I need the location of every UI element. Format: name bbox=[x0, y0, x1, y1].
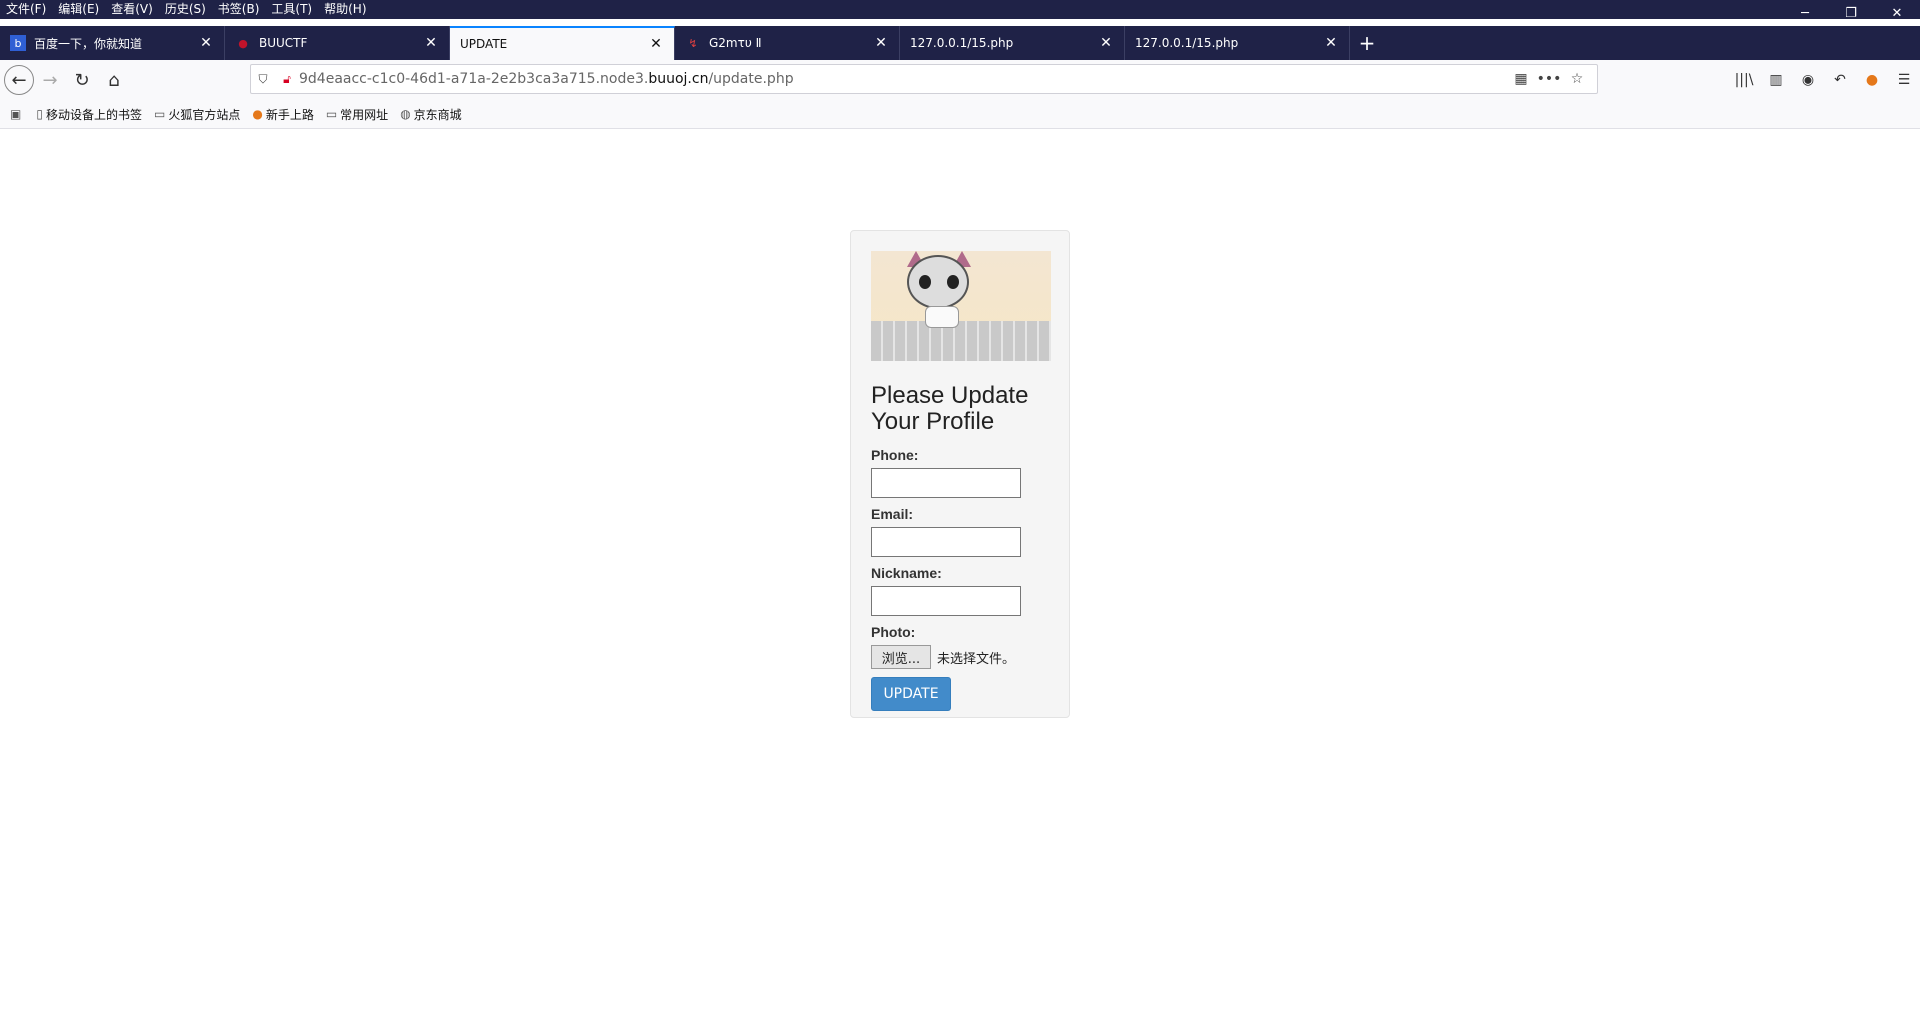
menu-tools[interactable]: 工具(T) bbox=[265, 0, 318, 19]
tab-buuctf[interactable]: ● BUUCTF ✕ bbox=[225, 26, 450, 60]
tab-title: G2mτυ Ⅱ bbox=[709, 36, 762, 50]
bookmark-star-icon[interactable]: ☆ bbox=[1563, 71, 1591, 87]
bookmarks-bar: ▣ ▯ 移动设备上的书签 ▭ 火狐官方站点 ● 新手上路 ▭ 常用网址 ◍ 京东… bbox=[0, 100, 1920, 129]
close-icon[interactable]: ✕ bbox=[1323, 35, 1339, 51]
email-input[interactable] bbox=[871, 527, 1021, 557]
shield-icon[interactable]: ⛉ bbox=[251, 72, 275, 87]
url-host: buuoj.cn bbox=[648, 71, 709, 87]
folder-icon: ▭ bbox=[325, 107, 338, 121]
qr-code-icon[interactable]: ▦ bbox=[1507, 71, 1535, 87]
undo-icon[interactable]: ↶ bbox=[1824, 72, 1856, 88]
minimize-icon[interactable]: ─ bbox=[1782, 0, 1828, 26]
update-card: Please Update Your Profile Phone: Email:… bbox=[850, 230, 1070, 718]
page-actions-icon[interactable]: ••• bbox=[1535, 71, 1563, 87]
mobile-icon: ▯ bbox=[36, 107, 43, 121]
account-icon[interactable]: ◉ bbox=[1792, 72, 1824, 88]
bookmark-label: 京东商城 bbox=[413, 107, 462, 122]
form-title: Please Update Your Profile bbox=[871, 382, 1029, 435]
tab-title: 127.0.0.1/15.php bbox=[1135, 36, 1239, 50]
extension-icon[interactable]: ● bbox=[1856, 72, 1888, 88]
menu-bookmarks[interactable]: 书签(B) bbox=[212, 0, 266, 19]
home-button[interactable]: ⌂ bbox=[98, 64, 130, 96]
menu-file[interactable]: 文件(F) bbox=[0, 0, 52, 19]
phone-label: Phone: bbox=[871, 447, 919, 463]
tab-update[interactable]: UPDATE ✕ bbox=[450, 26, 675, 60]
tab-title: BUUCTF bbox=[259, 36, 308, 50]
menu-bar: 文件(F) 编辑(E) 查看(V) 历史(S) 书签(B) 工具(T) 帮助(H… bbox=[0, 0, 1920, 19]
close-icon[interactable]: ✕ bbox=[1098, 35, 1114, 51]
bookmark-jd[interactable]: ◍ 京东商城 bbox=[400, 106, 462, 123]
new-tab-button[interactable]: + bbox=[1350, 26, 1384, 60]
menu-view[interactable]: 查看(V) bbox=[105, 0, 159, 19]
close-icon[interactable]: ✕ bbox=[423, 35, 439, 51]
firefox-icon: ● bbox=[252, 107, 263, 121]
folder-icon: ▭ bbox=[153, 107, 166, 121]
bookmark-label: 移动设备上的书签 bbox=[45, 107, 142, 122]
g2-icon: ↯ bbox=[688, 36, 698, 50]
bookmark-label: 新手上路 bbox=[265, 107, 314, 122]
close-icon[interactable]: ✕ bbox=[873, 35, 889, 51]
restore-icon[interactable]: ❐ bbox=[1828, 0, 1874, 26]
url-path: /update.php bbox=[708, 71, 794, 87]
library-icon[interactable]: |||\ bbox=[1728, 72, 1760, 88]
menu-help[interactable]: 帮助(H) bbox=[318, 0, 372, 19]
nickname-input[interactable] bbox=[871, 586, 1021, 616]
menu-history[interactable]: 历史(S) bbox=[159, 0, 212, 19]
tab-title: 百度一下，你就知道 bbox=[34, 36, 143, 51]
back-button[interactable]: ← bbox=[4, 65, 34, 95]
nav-bar: ← → ↻ ⌂ ⛉ 🔓︎ 9d4eaacc-c1c0-46d1-a71a-2e2… bbox=[0, 60, 1920, 100]
bookmark-mobile[interactable]: ▯ 移动设备上的书签 bbox=[36, 106, 142, 123]
photo-file-input: 浏览... 未选择文件。 bbox=[871, 645, 1049, 669]
tab-title: 127.0.0.1/15.php bbox=[910, 36, 1014, 50]
bookmark-label: 常用网址 bbox=[340, 107, 389, 122]
window-controls: ─ ❐ ✕ bbox=[1782, 0, 1920, 26]
update-button[interactable]: UPDATE bbox=[871, 677, 951, 711]
tab-g2[interactable]: ↯ G2mτυ Ⅱ ✕ bbox=[675, 26, 900, 60]
bookmark-firefox-official[interactable]: ▭ 火狐官方站点 bbox=[154, 106, 240, 123]
tab-localhost-1[interactable]: 127.0.0.1/15.php ✕ bbox=[900, 26, 1125, 60]
menu-edit[interactable]: 编辑(E) bbox=[52, 0, 105, 19]
forward-button[interactable]: → bbox=[34, 64, 66, 96]
globe-icon: ◍ bbox=[400, 107, 411, 121]
cat-illustration bbox=[871, 251, 1051, 361]
bookmarks-manager-icon[interactable]: ▣ bbox=[10, 107, 24, 121]
nickname-label: Nickname: bbox=[871, 565, 942, 581]
sidebar-icon[interactable]: ▥ bbox=[1760, 72, 1792, 88]
url-bar[interactable]: ⛉ 🔓︎ 9d4eaacc-c1c0-46d1-a71a-2e2b3ca3a71… bbox=[250, 64, 1598, 94]
url-prefix: 9d4eaacc-c1c0-46d1-a71a-2e2b3ca3a715.nod… bbox=[299, 71, 649, 87]
hamburger-menu-icon[interactable]: ☰ bbox=[1888, 72, 1920, 88]
page-content: Please Update Your Profile Phone: Email:… bbox=[0, 130, 1920, 1036]
no-file-text: 未选择文件。 bbox=[937, 651, 1016, 667]
reload-button[interactable]: ↻ bbox=[66, 64, 98, 96]
bookmark-label: 火狐官方站点 bbox=[168, 107, 241, 122]
insecure-lock-icon[interactable]: 🔓︎ bbox=[275, 72, 299, 87]
buuctf-icon: ● bbox=[238, 36, 248, 50]
baidu-icon: b bbox=[10, 35, 26, 51]
close-icon[interactable]: ✕ bbox=[648, 36, 664, 52]
tab-title: UPDATE bbox=[460, 37, 508, 51]
tab-baidu[interactable]: b 百度一下，你就知道 ✕ bbox=[0, 26, 225, 60]
browse-button[interactable]: 浏览... bbox=[871, 645, 931, 669]
close-window-icon[interactable]: ✕ bbox=[1874, 0, 1920, 26]
email-label: Email: bbox=[871, 506, 914, 522]
tab-strip: b 百度一下，你就知道 ✕ ● BUUCTF ✕ UPDATE ✕ ↯ G2mτ… bbox=[0, 26, 1920, 60]
tab-localhost-2[interactable]: 127.0.0.1/15.php ✕ bbox=[1125, 26, 1350, 60]
phone-input[interactable] bbox=[871, 468, 1021, 498]
bookmark-common-sites[interactable]: ▭ 常用网址 bbox=[326, 106, 388, 123]
close-icon[interactable]: ✕ bbox=[198, 35, 214, 51]
photo-label: Photo: bbox=[871, 624, 916, 640]
bookmark-getting-started[interactable]: ● 新手上路 bbox=[252, 106, 314, 123]
